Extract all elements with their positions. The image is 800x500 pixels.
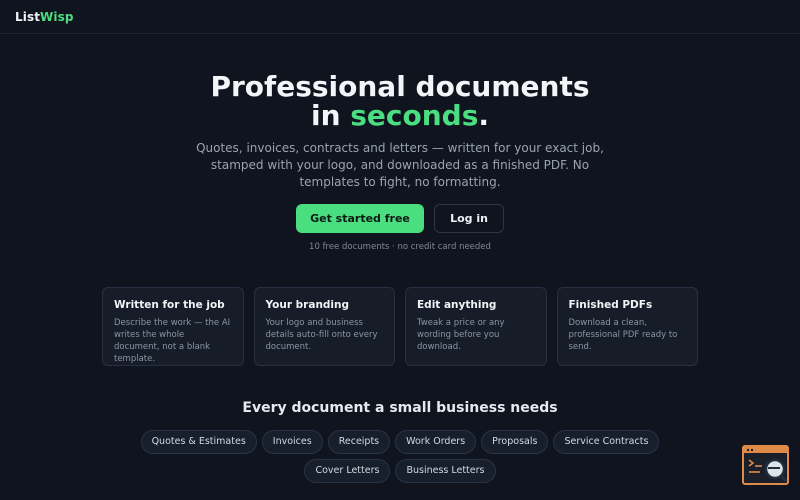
brand-logo[interactable]: ListWisp xyxy=(15,10,74,24)
feature-desc: Your logo and business details auto-fill… xyxy=(265,318,378,352)
landing-page: ListWisp Professional documents in secon… xyxy=(0,0,800,500)
feature-card: Your branding Your logo and business det… xyxy=(253,287,395,366)
feature-title: Finished PDFs xyxy=(568,299,653,311)
doc-type-chip[interactable]: Invoices xyxy=(261,430,323,454)
feature-title: Written for the job xyxy=(114,299,225,311)
hero-title-highlight: seconds xyxy=(350,99,479,132)
doc-types-list: Quotes & Estimates Invoices Receipts Wor… xyxy=(108,430,692,483)
feature-card: Finished PDFs Download a clean, professi… xyxy=(556,287,698,366)
get-started-button[interactable]: Get started free xyxy=(296,204,424,233)
doc-type-chip[interactable]: Service Contracts xyxy=(553,430,660,454)
hero-subtitle: Quotes, invoices, contracts and letters … xyxy=(196,141,604,189)
doc-type-chip[interactable]: Business Letters xyxy=(395,459,496,483)
top-nav: ListWisp xyxy=(0,0,800,34)
brand-name-part2: Wisp xyxy=(40,10,74,24)
feature-desc: Tweak a price or any wording before you … xyxy=(417,318,505,352)
login-button[interactable]: Log in xyxy=(434,204,504,233)
feature-title: Edit anything xyxy=(417,299,497,311)
feature-card: Written for the job Describe the work — … xyxy=(102,287,244,366)
doc-type-chip[interactable]: Quotes & Estimates xyxy=(140,430,257,454)
feature-title: Your branding xyxy=(265,299,350,311)
feature-desc: Download a clean, professional PDF ready… xyxy=(568,318,678,352)
doc-type-chip[interactable]: Proposals xyxy=(481,430,549,454)
browser-search-icon[interactable] xyxy=(742,445,789,485)
hero-title: Professional documents in seconds. xyxy=(0,72,800,130)
feature-desc: Describe the work — the AI writes the wh… xyxy=(114,318,231,364)
doc-types-title: Every document a small business needs xyxy=(242,400,558,416)
features-row: Written for the job Describe the work — … xyxy=(102,287,698,366)
doc-type-chip[interactable]: Receipts xyxy=(327,430,391,454)
hero-title-line2-prefix: in xyxy=(310,99,351,132)
brand-name-part1: List xyxy=(15,10,41,24)
hero-note: 10 free documents · no credit card neede… xyxy=(309,242,491,252)
browser-search-icon-graphic xyxy=(744,447,787,483)
doc-type-chip[interactable]: Cover Letters xyxy=(304,459,391,483)
hero-title-line2-suffix: . xyxy=(478,99,490,132)
feature-card: Edit anything Tweak a price or any wordi… xyxy=(405,287,547,366)
doc-type-chip[interactable]: Work Orders xyxy=(395,430,477,454)
